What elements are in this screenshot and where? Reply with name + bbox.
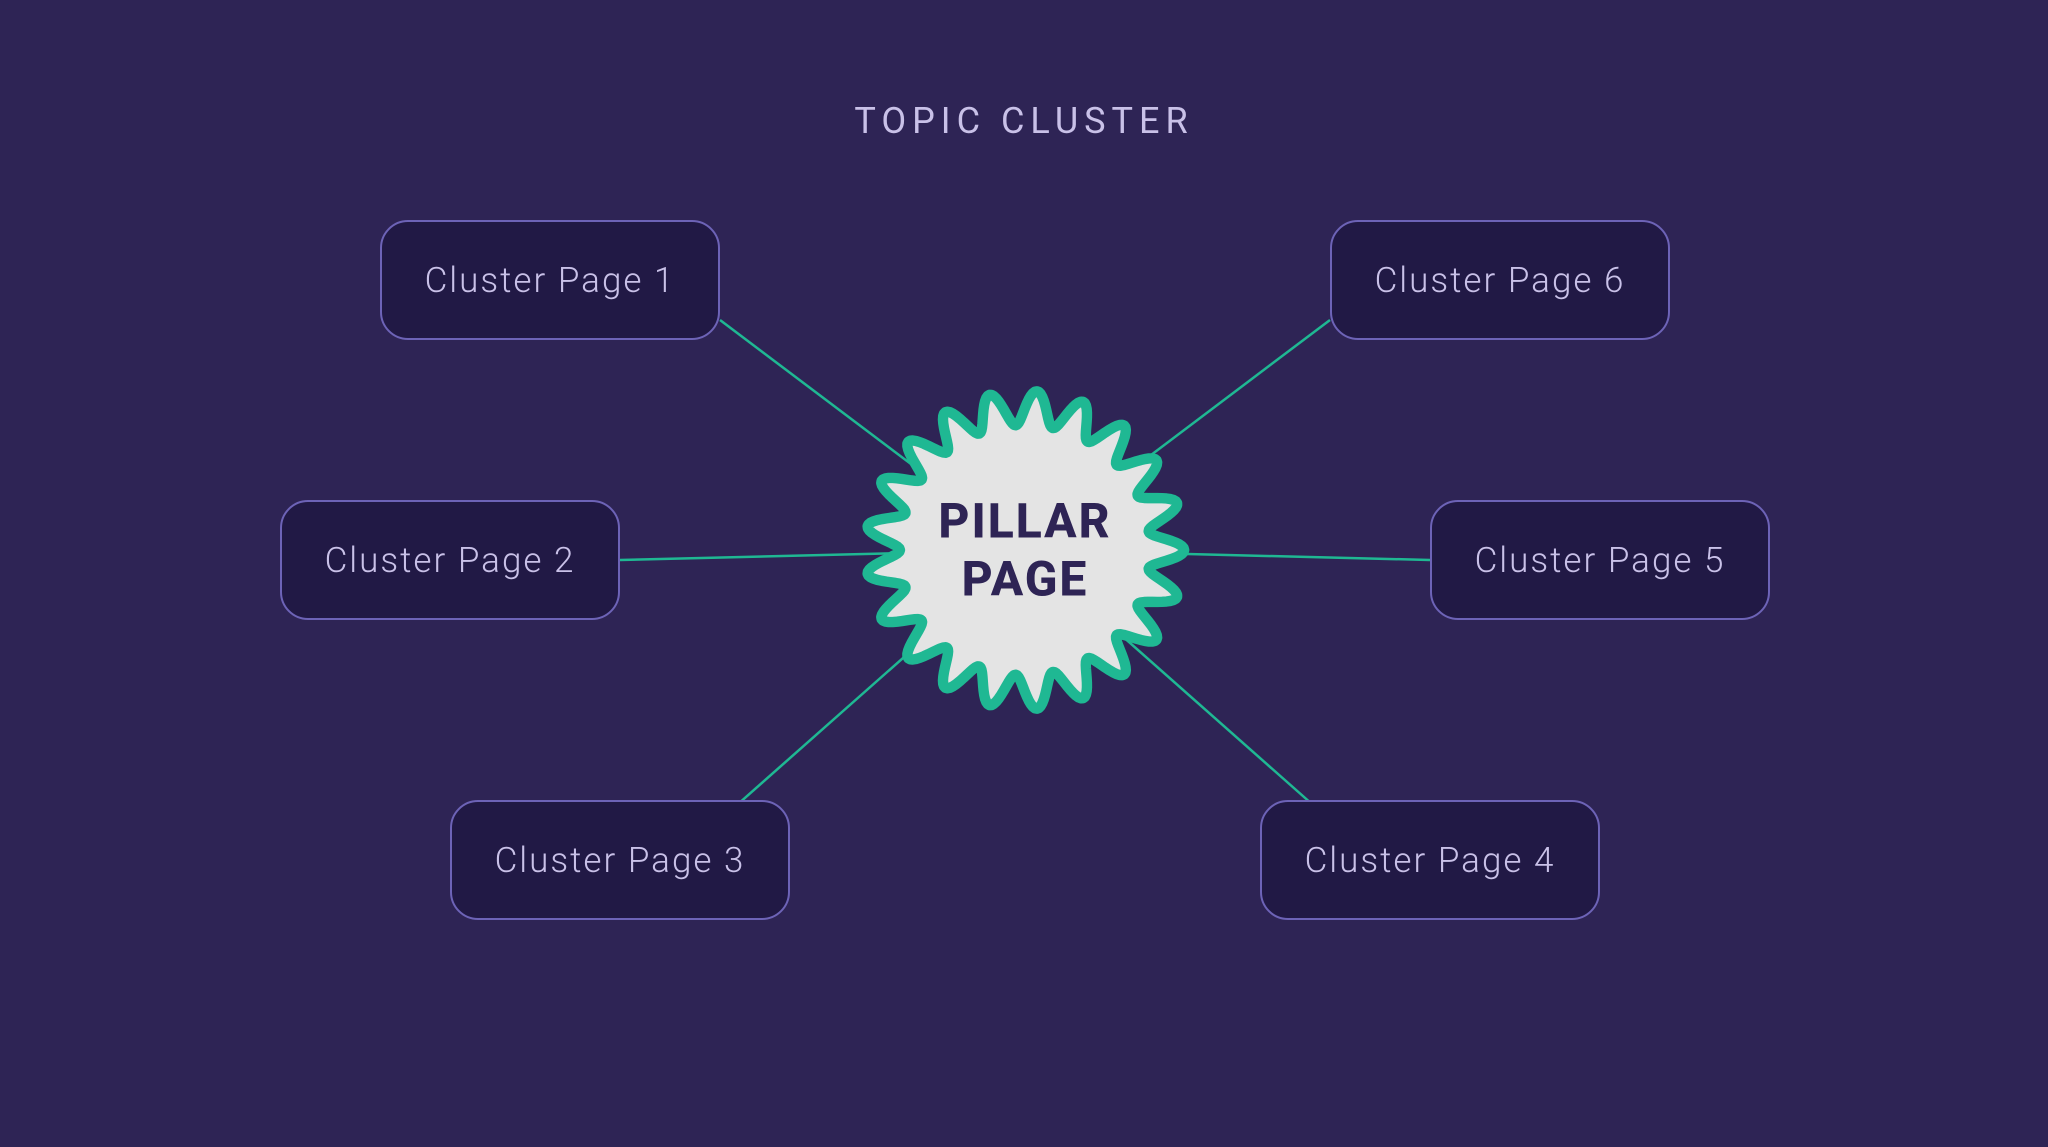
diagram-title: TOPIC CLUSTER	[854, 100, 1193, 142]
cluster-node-3: Cluster Page 3	[450, 800, 790, 920]
pillar-page-badge: PILLAR PAGE	[845, 370, 1205, 730]
cluster-node-1: Cluster Page 1	[380, 220, 720, 340]
cluster-node-label: Cluster Page 3	[495, 840, 746, 881]
cluster-node-4: Cluster Page 4	[1260, 800, 1600, 920]
pillar-page-label: PILLAR PAGE	[938, 492, 1111, 607]
cluster-node-2: Cluster Page 2	[280, 500, 620, 620]
cluster-node-label: Cluster Page 2	[325, 540, 576, 581]
cluster-node-label: Cluster Page 4	[1305, 840, 1556, 881]
cluster-node-5: Cluster Page 5	[1430, 500, 1770, 620]
cluster-node-label: Cluster Page 1	[425, 260, 676, 301]
cluster-node-label: Cluster Page 6	[1375, 260, 1626, 301]
cluster-node-label: Cluster Page 5	[1475, 540, 1726, 581]
cluster-node-6: Cluster Page 6	[1330, 220, 1670, 340]
